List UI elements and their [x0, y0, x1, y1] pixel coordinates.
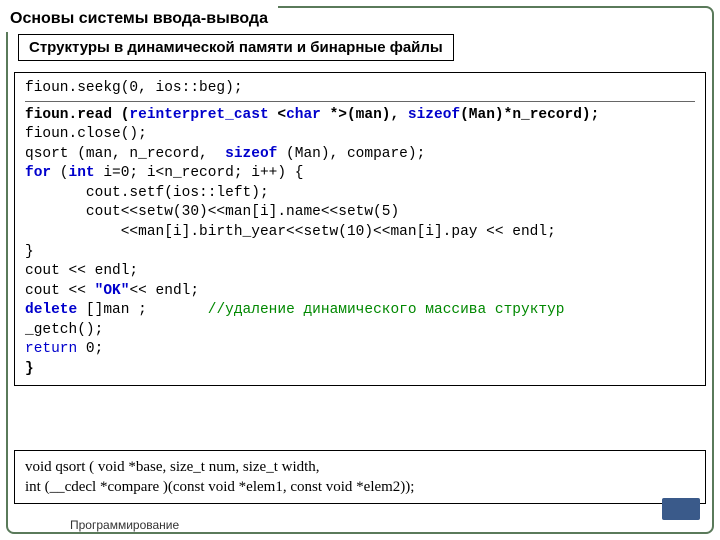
code-line: (Man), compare);	[277, 146, 425, 162]
code-line: cout.setf(ios::left);	[25, 185, 269, 201]
keyword: int	[69, 165, 95, 181]
keyword: char	[286, 107, 321, 123]
footer-line: int (__cdecl *compare )(const void *elem…	[25, 477, 695, 497]
subtitle-box: Структуры в динамической памяти и бинарн…	[18, 34, 454, 61]
code-block: fioun.seekg(0, ios::beg); fioun.read (re…	[14, 72, 706, 386]
code-line: (Man)*n_record);	[460, 107, 599, 123]
footer-line: void qsort ( void *base, size_t num, siz…	[25, 457, 695, 477]
keyword: reinterpret_cast	[129, 107, 268, 123]
divider	[25, 101, 695, 102]
keyword: sizeof	[225, 146, 277, 162]
string: "OK"	[95, 283, 130, 299]
keyword: delete	[25, 302, 77, 318]
code-line: []man ;	[77, 302, 208, 318]
code-line: cout << endl;	[25, 263, 138, 279]
code-line: (	[51, 165, 68, 181]
slide-icon	[662, 498, 700, 520]
keyword: return	[25, 341, 77, 357]
code-line: << endl;	[129, 283, 199, 299]
code-line: fioun.read (	[25, 107, 129, 123]
code-line: fioun.seekg(0, ios::beg);	[25, 80, 243, 96]
code-line: }	[25, 244, 34, 260]
code-line: 0;	[77, 341, 103, 357]
comment: //удаление динамического массива структу…	[208, 302, 565, 318]
code-line: i=0; i<n_record; i++) {	[95, 165, 304, 181]
keyword: sizeof	[408, 107, 460, 123]
slide-title: Основы системы ввода-вывода	[6, 6, 278, 32]
code-line: }	[25, 361, 34, 377]
footer-caption: Программирование	[70, 518, 179, 532]
code-line: <<man[i].birth_year<<setw(10)<<man[i].pa…	[25, 224, 556, 240]
code-line: <	[269, 107, 286, 123]
keyword: for	[25, 165, 51, 181]
code-line: *>(man),	[321, 107, 408, 123]
code-line: _getch();	[25, 322, 103, 338]
code-line: cout <<	[25, 283, 95, 299]
code-line: cout<<setw(30)<<man[i].name<<setw(5)	[25, 204, 399, 220]
code-line: fioun.close();	[25, 126, 147, 142]
footer-signature: void qsort ( void *base, size_t num, siz…	[14, 450, 706, 505]
code-line: qsort (man, n_record,	[25, 146, 225, 162]
